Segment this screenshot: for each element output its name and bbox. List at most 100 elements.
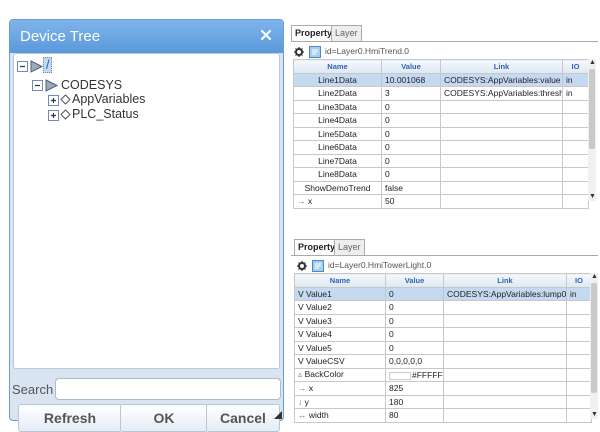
gear-icon[interactable]	[297, 261, 307, 271]
expand-icon[interactable]	[48, 95, 59, 106]
row-link[interactable]	[443, 381, 567, 396]
table-row[interactable]: Line5Data 0	[293, 126, 589, 141]
table-row[interactable]: Line7Data 0	[293, 153, 589, 168]
column-header-name[interactable]: Name	[294, 273, 386, 288]
scrollbar-thumb[interactable]	[591, 283, 597, 393]
table-row[interactable]: → x 825	[294, 381, 592, 396]
scrollbar-thumb[interactable]	[589, 69, 595, 149]
row-value[interactable]: 0	[381, 99, 441, 114]
tab-property[interactable]: Property	[291, 25, 337, 41]
tree-node-plc-status[interactable]: PLC_Status	[72, 107, 139, 121]
row-value[interactable]: false	[381, 180, 441, 195]
row-link[interactable]	[443, 408, 567, 423]
row-value[interactable]: 80	[385, 408, 444, 423]
row-link[interactable]	[440, 167, 563, 182]
table-row[interactable]: ShowDemoTrend false	[293, 180, 589, 195]
column-header-value[interactable]: Value	[381, 59, 441, 74]
table-row[interactable]: ↔ width 80	[294, 408, 592, 423]
row-value[interactable]: 0	[385, 340, 444, 355]
row-value[interactable]: 0	[385, 300, 444, 315]
scroll-down-icon[interactable]: ▼	[591, 411, 598, 419]
table-row[interactable]: ↓ y 180	[294, 394, 592, 409]
row-value[interactable]: 0	[385, 313, 444, 328]
column-header-name[interactable]: Name	[293, 59, 382, 74]
row-link[interactable]	[440, 99, 563, 114]
table-row[interactable]: Line4Data 0	[293, 113, 589, 128]
row-value[interactable]: 180	[385, 394, 444, 409]
row-link[interactable]	[443, 354, 567, 369]
row-link[interactable]	[443, 394, 567, 409]
row-link[interactable]	[443, 300, 567, 315]
search-input[interactable]	[55, 378, 281, 400]
row-value[interactable]: 3	[381, 86, 441, 101]
row-value[interactable]: 10.001068	[381, 72, 441, 87]
dialog-header[interactable]: Device Tree	[10, 20, 283, 53]
tree-node-codesys[interactable]: CODESYS	[61, 78, 122, 92]
column-header-link[interactable]: Link	[443, 273, 567, 288]
table-row[interactable]: V Value3 0	[294, 313, 592, 328]
table-row[interactable]: Line6Data 0	[293, 140, 589, 155]
row-link[interactable]: CODESYS:AppVariables:lump0	[443, 286, 567, 301]
color-swatch[interactable]	[389, 371, 411, 380]
row-link[interactable]	[440, 140, 563, 155]
tree-node-root[interactable]: /	[43, 57, 53, 73]
table-row[interactable]: Line2Data 3 CODESYS:AppVariables:thresho…	[293, 86, 589, 101]
row-link[interactable]: CODESYS:AppVariables:threshold	[440, 86, 563, 101]
table-row[interactable]: Line3Data 0	[293, 99, 589, 114]
table-row[interactable]: → x 50	[293, 194, 589, 209]
row-link[interactable]	[440, 194, 563, 209]
row-link[interactable]	[443, 327, 567, 342]
table-row[interactable]: V Value4 0	[294, 327, 592, 342]
table-row[interactable]: Line8Data 0	[293, 167, 589, 182]
table-row[interactable]: V Value5 0	[294, 340, 592, 355]
expand-icon[interactable]	[48, 110, 59, 121]
table-row[interactable]: ▵ BackColor #FFFFFF	[294, 367, 592, 382]
row-value[interactable]: 0,0,0,0,0	[385, 354, 444, 369]
row-link[interactable]	[440, 126, 563, 141]
tab-layer[interactable]: Layer	[331, 25, 362, 41]
row-link[interactable]	[440, 180, 563, 195]
row-link[interactable]	[443, 367, 567, 382]
towerlight-scrollbar[interactable]: ▲ ▼	[590, 273, 598, 419]
row-value[interactable]: 0	[385, 327, 444, 342]
tab-property[interactable]: Property	[294, 239, 340, 255]
column-header-value[interactable]: Value	[385, 273, 444, 288]
row-link[interactable]	[440, 153, 563, 168]
resize-grip-icon[interactable]	[274, 411, 282, 419]
row-value[interactable]: 825	[385, 381, 444, 396]
trend-scrollbar[interactable]: ▲ ▼	[588, 59, 596, 201]
row-value[interactable]: 50	[381, 194, 441, 209]
cancel-button[interactable]: Cancel	[206, 404, 280, 432]
row-value[interactable]: 0	[381, 153, 441, 168]
gear-icon[interactable]	[294, 47, 304, 57]
row-value[interactable]: 0	[381, 167, 441, 182]
column-header-link[interactable]: Link	[440, 59, 563, 74]
scroll-up-icon[interactable]: ▲	[589, 59, 596, 67]
row-value[interactable]: 0	[381, 126, 441, 141]
row-link[interactable]	[440, 113, 563, 128]
scroll-up-icon[interactable]: ▲	[591, 273, 598, 281]
ok-button[interactable]: OK	[120, 404, 208, 432]
row-io	[566, 354, 592, 369]
value-icon: V	[298, 288, 307, 299]
close-icon[interactable]	[258, 27, 274, 43]
row-link[interactable]	[443, 313, 567, 328]
tab-layer[interactable]: Layer	[334, 239, 365, 255]
table-row[interactable]: V Value1 0 CODESYS:AppVariables:lump0 in	[294, 286, 592, 301]
column-header-io[interactable]: IO	[562, 59, 589, 74]
row-value[interactable]: 0	[385, 286, 444, 301]
refresh-button[interactable]: Refresh	[18, 404, 122, 432]
row-value[interactable]: 0	[381, 140, 441, 155]
row-value[interactable]: 0	[381, 113, 441, 128]
table-row[interactable]: V ValueCSV 0,0,0,0,0	[294, 354, 592, 369]
collapse-icon[interactable]	[32, 80, 43, 91]
row-value[interactable]: #FFFFFF	[385, 367, 444, 382]
collapse-icon[interactable]	[17, 61, 28, 72]
table-row[interactable]: V Value2 0	[294, 300, 592, 315]
tree-node-appvariables[interactable]: AppVariables	[72, 92, 145, 106]
scroll-down-icon[interactable]: ▼	[589, 193, 596, 201]
column-header-io[interactable]: IO	[566, 273, 592, 288]
table-row[interactable]: Line1Data 10.001068 CODESYS:AppVariables…	[293, 72, 589, 87]
row-link[interactable]: CODESYS:AppVariables:value	[440, 72, 563, 87]
row-link[interactable]	[443, 340, 567, 355]
